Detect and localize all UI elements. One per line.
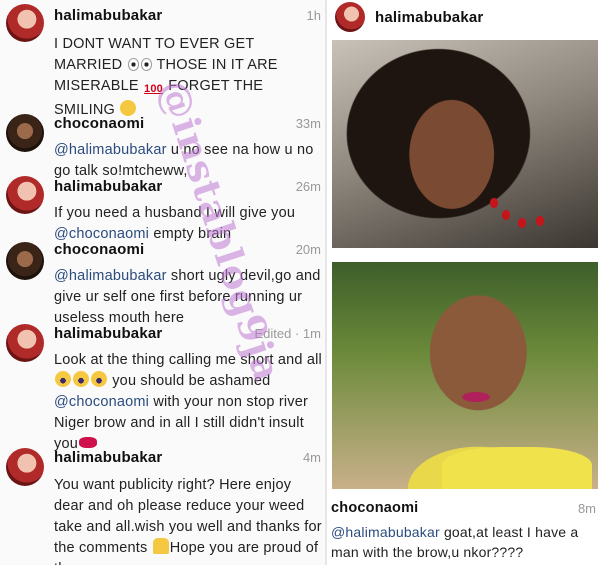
comment-text-part: If you need a husband I will give you xyxy=(54,205,296,221)
scream-emoji-icon xyxy=(73,371,89,387)
comment-timestamp: 20m xyxy=(295,242,321,257)
mention-link[interactable]: @halimabubakar xyxy=(54,142,167,158)
dress-shape xyxy=(442,447,592,489)
lips-shape xyxy=(462,392,490,402)
comment-text: Look at the thing calling me short and a… xyxy=(54,350,322,455)
comment-text-part: you should be ashamed xyxy=(108,373,271,389)
thinking-emoji-icon xyxy=(120,100,137,116)
hundred-emoji-icon: 100 xyxy=(144,83,163,95)
avatar[interactable] xyxy=(6,448,44,486)
comment-username[interactable]: halimabubakar xyxy=(54,7,162,24)
post-photo-top[interactable] xyxy=(332,40,598,248)
avatar[interactable] xyxy=(6,114,44,152)
left-comment-thread: halimabubakar 1h I DONT WANT TO EVER GET… xyxy=(0,0,325,565)
mention-link[interactable]: @halimabubakar xyxy=(331,524,440,540)
mention-link[interactable]: @halimabubakar xyxy=(54,268,167,284)
post-photo-bottom[interactable] xyxy=(332,262,598,489)
comment-text: You want publicity right? Here enjoy dea… xyxy=(54,475,322,565)
comment-text: @halimabubakar short ugly devil,go and g… xyxy=(54,266,322,329)
mention-link[interactable]: @choconaomi xyxy=(54,394,149,410)
avatar[interactable] xyxy=(6,4,44,42)
scream-emoji-icon xyxy=(55,371,71,387)
comment-username[interactable]: halimabubakar xyxy=(54,325,162,342)
raised-hands-emoji-icon xyxy=(152,538,169,554)
comment-text: @halimabubakar goat,at least I have a ma… xyxy=(331,522,599,562)
avatar[interactable] xyxy=(6,242,44,280)
avatar[interactable] xyxy=(335,2,365,32)
right-post-panel: halimabubakar choconaomi 8m @halimabubak… xyxy=(325,0,600,565)
mention-link[interactable]: @choconaomi xyxy=(54,226,149,242)
avatar[interactable] xyxy=(6,176,44,214)
eyes-emoji-icon xyxy=(140,58,152,71)
comment-timestamp: 4m xyxy=(302,450,321,465)
eyes-emoji-icon xyxy=(127,58,139,71)
comment-username[interactable]: halimabubakar xyxy=(54,449,162,466)
comment-username[interactable]: choconaomi xyxy=(54,115,144,132)
comment-text-part: empty brain xyxy=(149,226,232,242)
nail-polish-shape xyxy=(518,218,526,228)
comment-timestamp: 8m xyxy=(577,501,596,516)
comment-username[interactable]: choconaomi xyxy=(54,241,144,258)
comment-timestamp: 33m xyxy=(295,116,321,131)
comment-username[interactable]: choconaomi xyxy=(331,500,418,516)
comment-timestamp: 1h xyxy=(306,8,321,23)
nail-polish-shape xyxy=(536,216,544,226)
lips-emoji-icon xyxy=(78,437,97,448)
scream-emoji-icon xyxy=(91,371,107,387)
nail-polish-shape xyxy=(502,210,510,220)
comment-text: I DONT WANT TO EVER GET MARRIED THOSE IN… xyxy=(54,34,322,121)
post-username[interactable]: halimabubakar xyxy=(375,9,483,26)
comment-username[interactable]: halimabubakar xyxy=(54,178,162,195)
comment-timestamp: 26m xyxy=(295,179,321,194)
comment-text: If you need a husband I will give you @c… xyxy=(54,203,322,245)
comment-timestamp: Edited · 1m xyxy=(254,326,321,341)
comment-text-part: Look at the thing calling me short and a… xyxy=(54,352,322,368)
nail-polish-shape xyxy=(490,198,498,208)
avatar[interactable] xyxy=(6,324,44,362)
post-header: halimabubakar xyxy=(327,0,600,36)
comment-text: @halimabubakar u no see na how u no go t… xyxy=(54,140,322,182)
